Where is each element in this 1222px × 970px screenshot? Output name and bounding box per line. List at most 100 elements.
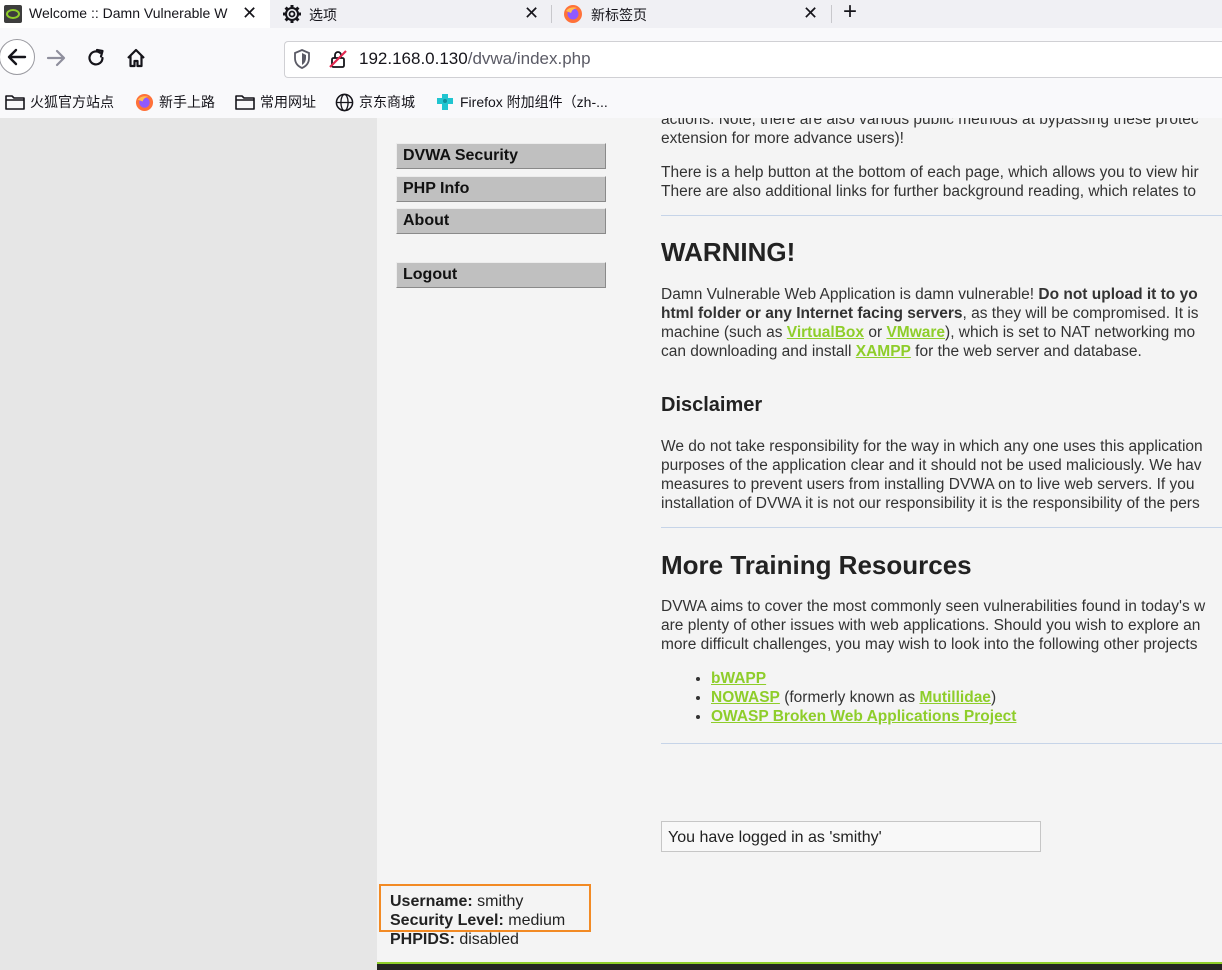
home-icon: [127, 48, 145, 68]
warning-text: ), which is set to NAT networking mo: [945, 324, 1196, 341]
bookmark-item[interactable]: 火狐官方站点: [5, 92, 114, 112]
list-item: OWASP Broken Web Applications Project: [711, 707, 1016, 726]
xampp-link[interactable]: XAMPP: [856, 343, 911, 360]
warning-text: for the web server and database.: [910, 343, 1142, 360]
list-item: bWAPP: [711, 669, 1016, 688]
back-arrow-icon: [7, 48, 27, 66]
mutillidae-link[interactable]: Mutillidae: [919, 689, 990, 706]
tab-new-tab-page[interactable]: 新标签页 ✕: [553, 0, 831, 28]
insecure-lock-icon[interactable]: [328, 49, 348, 69]
divider: [661, 215, 1222, 216]
phpids-label: PHPIDS:: [390, 931, 455, 948]
forward-arrow-icon: [46, 49, 66, 67]
more-training-line: more difficult challenges, you may wish …: [661, 636, 1198, 653]
warning-text: can downloading and install: [661, 343, 856, 360]
annotation-highlight-box: [379, 884, 591, 932]
bookmark-item[interactable]: Firefox 附加组件（zh-...: [435, 92, 608, 112]
tab-bar: Welcome :: Damn Vulnerable W ✕ 选项 ✕ 新标签页…: [0, 0, 1222, 28]
menu-php-info[interactable]: PHP Info: [396, 176, 606, 202]
tab-title: 新标签页: [591, 7, 647, 23]
list-item: NOWASP (formerly known as Mutillidae): [711, 688, 1016, 707]
url-host: 192.168.0.130: [359, 49, 468, 68]
nowasp-link[interactable]: NOWASP: [711, 689, 780, 706]
owasp-bwa-link[interactable]: OWASP Broken Web Applications Project: [711, 708, 1016, 725]
gear-icon: [283, 5, 301, 23]
bookmark-item[interactable]: 新手上路: [135, 92, 215, 112]
warning-paragraph: Damn Vulnerable Web Application is damn …: [661, 285, 1222, 361]
disclaimer-line: measures to prevent users from installin…: [661, 476, 1195, 493]
bwapp-link[interactable]: bWAPP: [711, 670, 766, 687]
more-training-paragraph: DVWA aims to cover the most commonly see…: [661, 597, 1222, 654]
reload-icon: [88, 48, 104, 66]
tracking-protection-shield-icon[interactable]: [293, 49, 311, 69]
home-button[interactable]: [121, 43, 151, 73]
phpids-row: PHPIDS: disabled: [390, 930, 565, 949]
tab-close-icon[interactable]: ✕: [524, 3, 539, 23]
warning-text: machine (such as: [661, 324, 787, 341]
more-training-line: are plenty of other issues with web appl…: [661, 617, 1201, 634]
help-line: There are also additional links for furt…: [661, 183, 1197, 200]
firefox-icon: [135, 93, 154, 111]
more-training-line: DVWA aims to cover the most commonly see…: [661, 598, 1206, 615]
divider: [661, 527, 1222, 528]
warning-text: Damn Vulnerable Web Application is damn …: [661, 286, 1039, 303]
vmware-link[interactable]: VMware: [886, 324, 945, 341]
intro-line: extension for more advance users)!: [661, 130, 904, 147]
menu-dvwa-security[interactable]: DVWA Security: [396, 143, 606, 169]
dvwa-favicon-icon: [4, 5, 22, 23]
reload-button[interactable]: [81, 43, 111, 73]
logged-in-message: You have logged in as 'smithy': [661, 821, 1041, 852]
bookmark-label: Firefox 附加组件（zh-...: [460, 94, 608, 110]
folder-icon: [235, 95, 255, 110]
footer-bar: [377, 964, 1222, 970]
tab-title: Welcome :: Damn Vulnerable W: [29, 5, 228, 21]
tab-close-icon[interactable]: ✕: [242, 3, 257, 23]
folder-icon: [5, 95, 25, 110]
url-path: /dvwa/index.php: [467, 49, 591, 68]
page-background: [0, 118, 377, 970]
globe-icon: [335, 93, 354, 111]
bookmark-item[interactable]: 常用网址: [235, 92, 316, 112]
forward-button[interactable]: [41, 43, 71, 73]
url-text[interactable]: 192.168.0.130/dvwa/index.php: [359, 49, 591, 69]
bookmark-label: 新手上路: [159, 94, 215, 110]
bookmarks-toolbar: 火狐官方站点 新手上路 常用网址 京东商城 Firefox 附加组件（zh-..…: [0, 88, 1222, 118]
disclaimer-heading: Disclaimer: [661, 394, 763, 416]
disclaimer-line: We do not take responsibility for the wa…: [661, 438, 1203, 455]
tab-separator: [551, 5, 552, 23]
list-text: ): [990, 689, 997, 706]
bookmark-item[interactable]: 京东商城: [335, 92, 415, 112]
page-viewport: DVWA Security PHP Info About Logout acti…: [0, 118, 1222, 970]
tab-separator: [831, 5, 832, 23]
firefox-icon: [564, 5, 582, 23]
help-paragraph: There is a help button at the bottom of …: [661, 163, 1222, 201]
bookmark-label: 京东商城: [359, 94, 415, 110]
tab-close-icon[interactable]: ✕: [803, 3, 818, 23]
disclaimer-line: purposes of the application clear and it…: [661, 457, 1202, 474]
warning-text: , as they will be compromised. It is: [962, 305, 1199, 322]
tab-dvwa-welcome[interactable]: Welcome :: Damn Vulnerable W ✕: [0, 0, 270, 28]
back-button[interactable]: [0, 39, 35, 75]
intro-line: actions. Note, there are also various pu…: [661, 118, 1199, 128]
help-line: There is a help button at the bottom of …: [661, 164, 1199, 181]
virtualbox-link[interactable]: VirtualBox: [787, 324, 864, 341]
warning-text: or: [864, 324, 887, 341]
warning-heading: WARNING!: [661, 237, 796, 267]
intro-paragraph: actions. Note, there are also various pu…: [661, 118, 1222, 148]
more-training-heading: More Training Resources: [661, 550, 972, 580]
divider: [661, 743, 1222, 744]
bookmark-label: 常用网址: [260, 94, 316, 110]
disclaimer-paragraph: We do not take responsibility for the wa…: [661, 437, 1222, 513]
puzzle-icon: [437, 94, 453, 110]
tab-options[interactable]: 选项 ✕: [272, 0, 550, 28]
resource-list: bWAPP NOWASP (formerly known as Mutillid…: [661, 669, 1016, 726]
warning-bold-text: html folder or any Internet facing serve…: [661, 305, 963, 322]
menu-logout[interactable]: Logout: [396, 262, 606, 288]
list-text: (formerly known as: [779, 689, 920, 706]
menu-about[interactable]: About: [396, 208, 606, 234]
disclaimer-line: installation of DVWA it is not our respo…: [661, 495, 1200, 512]
tab-title: 选项: [309, 7, 337, 23]
warning-bold-text: Do not upload it to yo: [1038, 286, 1198, 303]
phpids-value: disabled: [454, 931, 519, 948]
new-tab-button[interactable]: +: [843, 0, 857, 28]
